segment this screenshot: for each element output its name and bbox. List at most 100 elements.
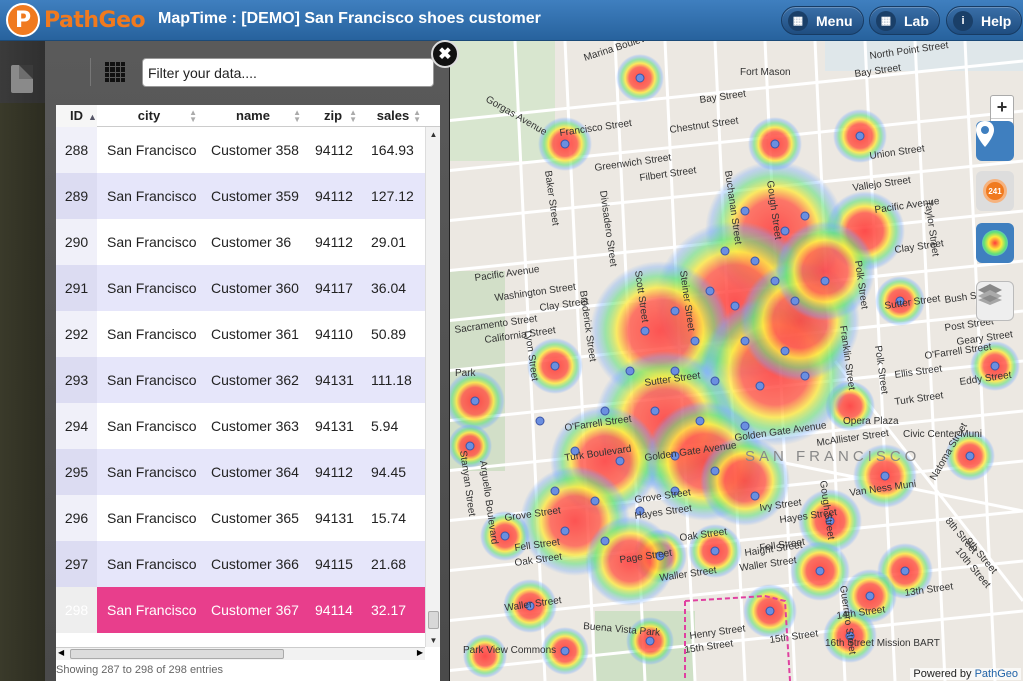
cell-sales: 36.04 <box>371 280 407 296</box>
cell-city: San Francisco <box>107 234 197 250</box>
cell-zip: 94117 <box>315 280 353 296</box>
cell-id: 297 <box>56 541 97 587</box>
cell-city: San Francisco <box>107 326 197 342</box>
table-row[interactable]: 293 San Francisco Customer 362 94131 111… <box>56 357 425 403</box>
column-header-zip[interactable]: zip ▲ ▼ <box>305 105 361 127</box>
map-pin-icon <box>976 121 994 147</box>
column-header-sales[interactable]: sales ▲ ▼ <box>361 105 425 127</box>
cell-zip: 94131 <box>315 418 354 434</box>
cell-id: 298 <box>56 587 97 633</box>
logo-text: PathGeo <box>44 7 146 33</box>
cell-city: San Francisco <box>107 142 197 158</box>
cell-id: 289 <box>56 173 97 219</box>
cell-zip: 94131 <box>315 510 354 526</box>
scrollbar-thumb[interactable] <box>428 611 439 629</box>
cell-id: 292 <box>56 311 97 357</box>
cluster-tool-button[interactable]: 241 <box>976 171 1014 211</box>
column-header-label: zip <box>323 108 343 123</box>
attribution-link[interactable]: PathGeo <box>975 668 1018 680</box>
cell-name: Customer 364 <box>211 464 299 480</box>
cell-city: San Francisco <box>107 188 197 204</box>
cell-name: Customer 358 <box>211 142 299 158</box>
table-row[interactable]: 297 San Francisco Customer 366 94115 21.… <box>56 541 425 587</box>
table-status: Showing 287 to 298 of 298 entries <box>56 664 223 676</box>
cell-zip: 94114 <box>315 602 353 618</box>
column-header-name[interactable]: name ▲ ▼ <box>201 105 305 127</box>
zoom-in-button[interactable]: + <box>991 96 1013 119</box>
page-title: MapTime : [DEMO] San Francisco shoes cus… <box>158 10 541 27</box>
help-button[interactable]: i Help <box>946 6 1023 35</box>
cell-sales: 21.68 <box>371 556 407 572</box>
horizontal-scrollbar[interactable]: ◀ ▶ <box>56 647 425 660</box>
scrollbar-thumb[interactable] <box>70 649 284 659</box>
table-body: 288 San Francisco Customer 358 94112 164… <box>56 127 425 647</box>
column-header-label: ID <box>70 108 83 123</box>
cell-sales: 5.94 <box>371 418 399 434</box>
cell-sales: 94.45 <box>371 464 407 480</box>
sort-icon: ▲ ▼ <box>413 108 421 124</box>
cell-name: Customer 365 <box>211 510 299 526</box>
cell-name: Customer 363 <box>211 418 299 434</box>
logo-mark-icon: P <box>6 3 40 37</box>
table-row[interactable]: 295 San Francisco Customer 364 94112 94.… <box>56 449 425 495</box>
table-row[interactable]: 288 San Francisco Customer 358 94112 164… <box>56 127 425 173</box>
table-row[interactable]: 290 San Francisco Customer 36 94112 29.0… <box>56 219 425 265</box>
vertical-scrollbar[interactable]: ▲ ▼ <box>425 127 440 647</box>
cell-zip: 94131 <box>315 372 354 388</box>
scroll-left-icon[interactable]: ◀ <box>58 648 64 657</box>
marker-tool-button[interactable] <box>976 121 1014 161</box>
cell-sales: 164.93 <box>371 142 414 158</box>
sort-icon: ▲ ▼ <box>189 108 197 124</box>
cluster-count-icon: 241 <box>983 179 1007 203</box>
sort-asc-icon: ▲ <box>88 112 97 122</box>
cell-zip: 94115 <box>315 556 353 572</box>
table-row[interactable]: 294 San Francisco Customer 363 94131 5.9… <box>56 403 425 449</box>
filter-input[interactable]: Filter your data.... <box>142 58 434 87</box>
scroll-down-icon[interactable]: ▼ <box>426 633 441 647</box>
lab-button[interactable]: ▦ Lab <box>869 6 940 35</box>
table-row[interactable]: 291 San Francisco Customer 360 94117 36.… <box>56 265 425 311</box>
menu-button[interactable]: ▦ Menu <box>781 6 864 35</box>
table-row[interactable]: 289 San Francisco Customer 359 94112 127… <box>56 173 425 219</box>
left-toolbar-bottom <box>0 103 46 681</box>
svg-text:SAN FRANCISCO: SAN FRANCISCO <box>745 448 920 465</box>
svg-text:Opera Plaza: Opera Plaza <box>843 416 899 427</box>
close-panel-button[interactable]: ✖ <box>431 40 459 68</box>
column-header-city[interactable]: city ▲ ▼ <box>97 105 201 127</box>
cell-city: San Francisco <box>107 556 197 572</box>
info-icon: i <box>953 10 973 31</box>
cell-city: San Francisco <box>107 602 197 618</box>
heatmap-svg: Marina Boulevard Fort Mason North Point … <box>445 41 1023 681</box>
column-header-label: city <box>137 108 161 123</box>
cell-name: Customer 359 <box>211 188 299 204</box>
scroll-right-icon[interactable]: ▶ <box>417 648 423 657</box>
cell-id: 288 <box>56 127 97 173</box>
app-header: P PathGeo MapTime : [DEMO] San Francisco… <box>0 0 1023 41</box>
layers-tool-button[interactable] <box>976 281 1014 321</box>
cell-id: 295 <box>56 449 97 495</box>
document-icon[interactable] <box>11 65 33 93</box>
attribution-prefix: Powered by <box>913 668 975 680</box>
pathgeo-logo[interactable]: P PathGeo <box>6 3 146 37</box>
heatmap-tool-button[interactable] <box>976 223 1014 263</box>
table-row[interactable]: 296 San Francisco Customer 365 94131 15.… <box>56 495 425 541</box>
cell-sales: 127.12 <box>371 188 414 204</box>
scroll-up-icon[interactable]: ▲ <box>426 127 441 141</box>
lab-button-label: Lab <box>904 12 929 29</box>
cell-city: San Francisco <box>107 510 197 526</box>
cell-sales: 32.17 <box>371 602 407 618</box>
table-row-selected[interactable]: 298 San Francisco Customer 367 94114 32.… <box>56 587 425 633</box>
cell-name: Customer 360 <box>211 280 299 296</box>
map-view[interactable]: Marina Boulevard Fort Mason North Point … <box>445 41 1023 681</box>
table-row[interactable]: 292 San Francisco Customer 361 94110 50.… <box>56 311 425 357</box>
cell-name: Customer 367 <box>211 602 299 618</box>
menu-button-label: Menu <box>816 12 853 29</box>
help-button-label: Help <box>981 12 1012 29</box>
layers-icon <box>978 284 1002 305</box>
attribution: Powered by PathGeo <box>910 668 1021 680</box>
column-header-id[interactable]: ID ▲ <box>56 105 97 127</box>
table-grid-icon[interactable] <box>105 62 125 82</box>
cell-name: Customer 366 <box>211 556 299 572</box>
cell-sales: 15.74 <box>371 510 407 526</box>
divider <box>90 58 91 86</box>
